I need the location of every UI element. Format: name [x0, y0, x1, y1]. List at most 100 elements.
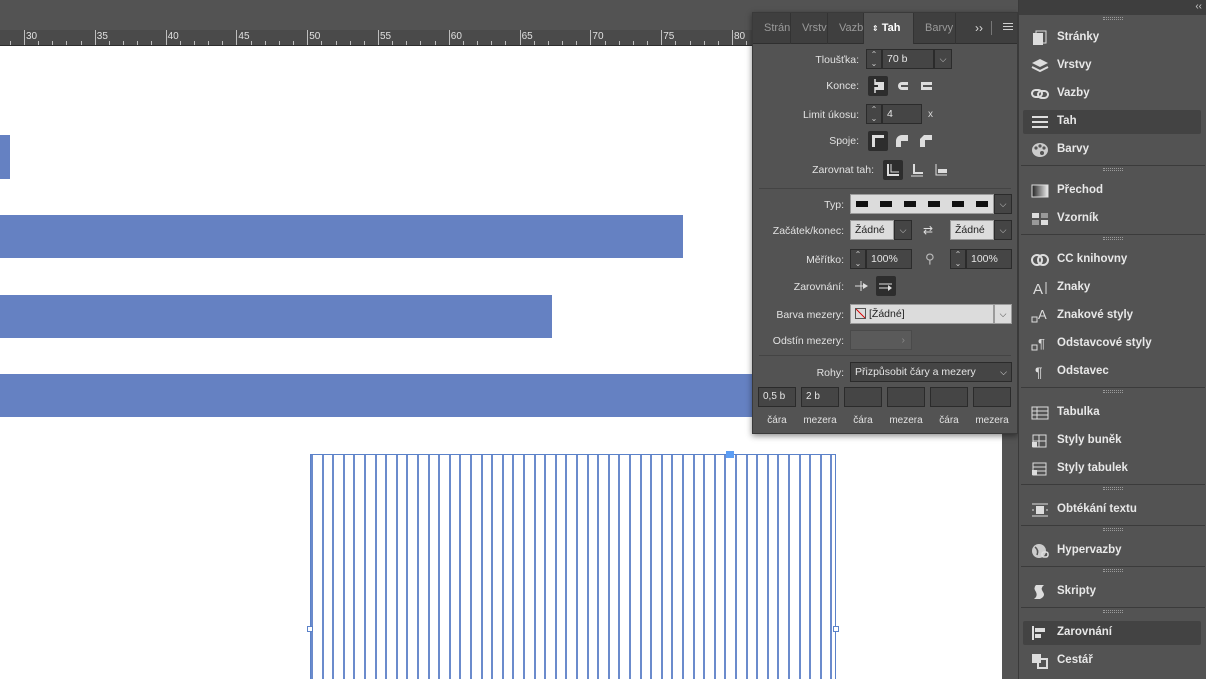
dock-item-cell-styles[interactable]: Styly buněk [1023, 429, 1201, 453]
end-scale-input[interactable]: 100% [966, 249, 1012, 269]
text-wrap-icon [1031, 502, 1049, 518]
weight-input[interactable]: 70 b [882, 49, 934, 69]
dock-item-label: Tabulka [1057, 406, 1100, 418]
dash-stripe [650, 455, 653, 679]
dock-item-label: Skripty [1057, 585, 1096, 597]
ruler-label: 55 [380, 31, 392, 42]
start-arrowhead-dropdown-icon[interactable]: ⌵ [894, 220, 912, 240]
dock-item-pages[interactable]: Stránky [1023, 26, 1201, 50]
end-scale-stepper[interactable]: ⌃ ⌄ [950, 249, 966, 269]
dashed-stroke-frame[interactable] [310, 454, 836, 679]
gap-color-dropdown-icon[interactable]: ⌵ [994, 304, 1012, 324]
selection-handle-right[interactable] [833, 626, 839, 632]
align-stroke-outside-icon[interactable] [931, 160, 951, 180]
dock-header: ‹‹ [1019, 0, 1206, 15]
tab-swatches[interactable]: Barvy [914, 13, 956, 44]
tab-stroke[interactable]: ⇕ Tah [864, 13, 914, 44]
weight-dropdown-icon[interactable]: ⌵ [934, 49, 952, 69]
round-join-icon[interactable] [892, 131, 912, 151]
horizontal-ruler[interactable]: 30 35 40 45 50 55 60 65 70 75 80 [0, 30, 752, 46]
dock-group-grip[interactable] [1103, 487, 1123, 490]
tab-pages[interactable]: Strán [753, 13, 791, 44]
end-arrowhead-select[interactable]: Žádné [950, 220, 994, 240]
dock-item-text-wrap[interactable]: Obtékání textu [1023, 498, 1201, 522]
collapse-dock-icon[interactable]: ‹‹ [1195, 1, 1202, 12]
dock-item-swatch-grid[interactable]: Vzorník [1023, 207, 1201, 231]
dash-stripe [448, 455, 451, 679]
dock-item-label: Vazby [1057, 87, 1090, 99]
dash-stripe [364, 455, 366, 679]
gap-color-select[interactable]: [Žádné] [850, 304, 994, 324]
dock-item-hyperlinks[interactable]: Hypervazby [1023, 539, 1201, 563]
dash-2-input[interactable] [844, 387, 882, 407]
dock-item-table-styles[interactable]: Styly tabulek [1023, 457, 1201, 481]
dock-item-table[interactable]: Tabulka [1023, 401, 1201, 425]
selection-handle-top-center[interactable] [726, 451, 734, 458]
bevel-join-icon[interactable] [916, 131, 936, 151]
miter-input[interactable]: 4 [882, 104, 922, 124]
weight-stepper[interactable]: ⌃ ⌄ [866, 49, 882, 69]
dock-item-paragraph-styles[interactable]: ¶ Odstavcové styly [1023, 332, 1201, 356]
align-stroke-inside-icon[interactable] [907, 160, 927, 180]
swap-arrowheads-icon[interactable]: ⇄ [923, 223, 933, 237]
dock-item-scripts[interactable]: Skripty [1023, 580, 1201, 604]
projecting-cap-icon[interactable] [916, 76, 936, 96]
dock-item-character[interactable]: A Znaky [1023, 276, 1201, 300]
ruler-label: 50 [309, 31, 321, 42]
gap-1-input[interactable]: 2 b [801, 387, 839, 407]
link-scale-icon[interactable]: ⚲ [925, 251, 935, 267]
butt-cap-icon[interactable] [868, 76, 888, 96]
dock-group-grip[interactable] [1103, 610, 1123, 613]
stroke-type-select[interactable] [850, 194, 994, 214]
panel-separator-2 [759, 355, 1011, 356]
dock-item-stroke[interactable]: Tah [1023, 110, 1201, 134]
blue-bar-2[interactable] [0, 215, 683, 258]
arrow-tip-at-path-icon[interactable] [876, 276, 896, 296]
ruler-label: 30 [26, 31, 38, 42]
dock-group-grip[interactable] [1103, 390, 1123, 393]
round-cap-icon[interactable] [892, 76, 912, 96]
blue-bar-4[interactable] [0, 374, 752, 417]
dash-1-input[interactable]: 0,5 b [758, 387, 796, 407]
ruler-minor-tick [123, 41, 125, 45]
dock-group-grip[interactable] [1103, 569, 1123, 572]
dock-item-layers[interactable]: Vrstvy [1023, 54, 1201, 78]
tab-links[interactable]: Vazb [828, 13, 864, 44]
dock-item-gradient[interactable]: Přechod [1023, 179, 1201, 203]
start-arrowhead-select[interactable]: Žádné [850, 220, 894, 240]
start-scale-input[interactable]: 100% [866, 249, 912, 269]
ruler-minor-tick [647, 41, 649, 45]
dash-3-input[interactable] [930, 387, 968, 407]
gap-tint-input[interactable]: › [850, 330, 912, 350]
end-arrowhead-dropdown-icon[interactable]: ⌵ [994, 220, 1012, 240]
tabs-overflow-button[interactable]: ›› [975, 13, 983, 44]
dock-group-grip[interactable] [1103, 168, 1123, 171]
miter-join-icon[interactable] [868, 131, 888, 151]
tab-layers[interactable]: Vrstv [791, 13, 828, 44]
ruler-label: 70 [592, 31, 604, 42]
dock-group-grip[interactable] [1103, 17, 1123, 20]
panel-menu-icon[interactable] [1003, 23, 1013, 33]
align-stroke-center-icon[interactable] [883, 160, 903, 180]
gap-3-label: mezera [975, 415, 1009, 426]
miter-stepper[interactable]: ⌃ ⌄ [866, 104, 882, 124]
weight-label: Tloušťka: [815, 54, 859, 66]
start-scale-stepper[interactable]: ⌃ ⌄ [850, 249, 866, 269]
gap-3-input[interactable] [973, 387, 1011, 407]
stroke-type-dropdown-icon[interactable]: ⌵ [994, 194, 1012, 214]
dock-item-links[interactable]: Vazby [1023, 82, 1201, 106]
dock-item-pathfinder[interactable]: Cestář [1023, 649, 1201, 673]
dock-item-character-styles[interactable]: A Znakové styly [1023, 304, 1201, 328]
dock-group-grip[interactable] [1103, 528, 1123, 531]
dock-group-grip[interactable] [1103, 237, 1123, 240]
arrow-tip-beyond-path-icon[interactable] [852, 276, 872, 296]
blue-bar-1[interactable] [0, 135, 10, 179]
corners-select[interactable]: Přizpůsobit čáry a mezery ⌵ [850, 362, 1012, 382]
blue-bar-3[interactable] [0, 295, 552, 338]
dock-item-swatches[interactable]: Barvy [1023, 138, 1201, 162]
dock-item-paragraph[interactable]: ¶ Odstavec [1023, 360, 1201, 384]
dock-item-cc-libraries[interactable]: CC knihovny [1023, 248, 1201, 272]
gap-2-input[interactable] [887, 387, 925, 407]
selection-handle-left[interactable] [307, 626, 313, 632]
dock-item-align[interactable]: Zarovnání [1023, 621, 1201, 645]
